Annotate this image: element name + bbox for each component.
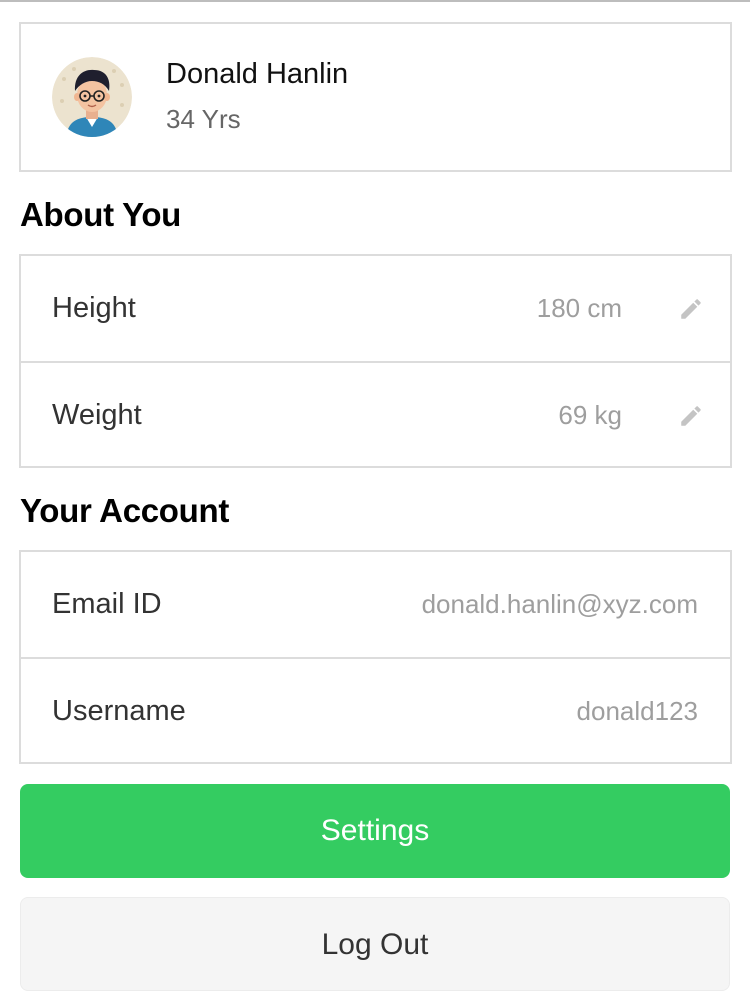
about-card: Height 180 cm Weight 69 kg xyxy=(19,254,732,468)
logout-button[interactable]: Log Out xyxy=(20,897,730,991)
profile-age: 34 Yrs xyxy=(166,104,241,134)
height-label: Height xyxy=(52,292,136,324)
account-card: Email ID donald.hanlin@xyz.com Username … xyxy=(19,550,732,764)
weight-value: 69 kg xyxy=(558,400,622,430)
height-row[interactable]: Height 180 cm xyxy=(21,256,730,361)
settings-button[interactable]: Settings xyxy=(20,784,730,878)
weight-row[interactable]: Weight 69 kg xyxy=(21,361,730,466)
username-value: donald123 xyxy=(576,696,698,726)
weight-label: Weight xyxy=(52,399,142,431)
pencil-icon[interactable] xyxy=(678,403,704,429)
avatar[interactable] xyxy=(52,57,132,137)
email-row[interactable]: Email ID donald.hanlin@xyz.com xyxy=(21,552,730,657)
about-section-title: About You xyxy=(20,196,182,233)
height-value: 180 cm xyxy=(536,293,622,323)
username-row[interactable]: Username donald123 xyxy=(21,657,730,762)
email-label: Email ID xyxy=(52,588,162,620)
email-value: donald.hanlin@xyz.com xyxy=(421,589,698,619)
user-avatar-icon xyxy=(52,57,132,137)
account-section-title: Your Account xyxy=(20,492,230,529)
profile-card[interactable]: Donald Hanlin 34 Yrs xyxy=(19,22,732,172)
username-label: Username xyxy=(52,695,186,727)
profile-name: Donald Hanlin xyxy=(166,58,349,90)
top-divider xyxy=(0,0,750,2)
pencil-icon[interactable] xyxy=(678,296,704,322)
